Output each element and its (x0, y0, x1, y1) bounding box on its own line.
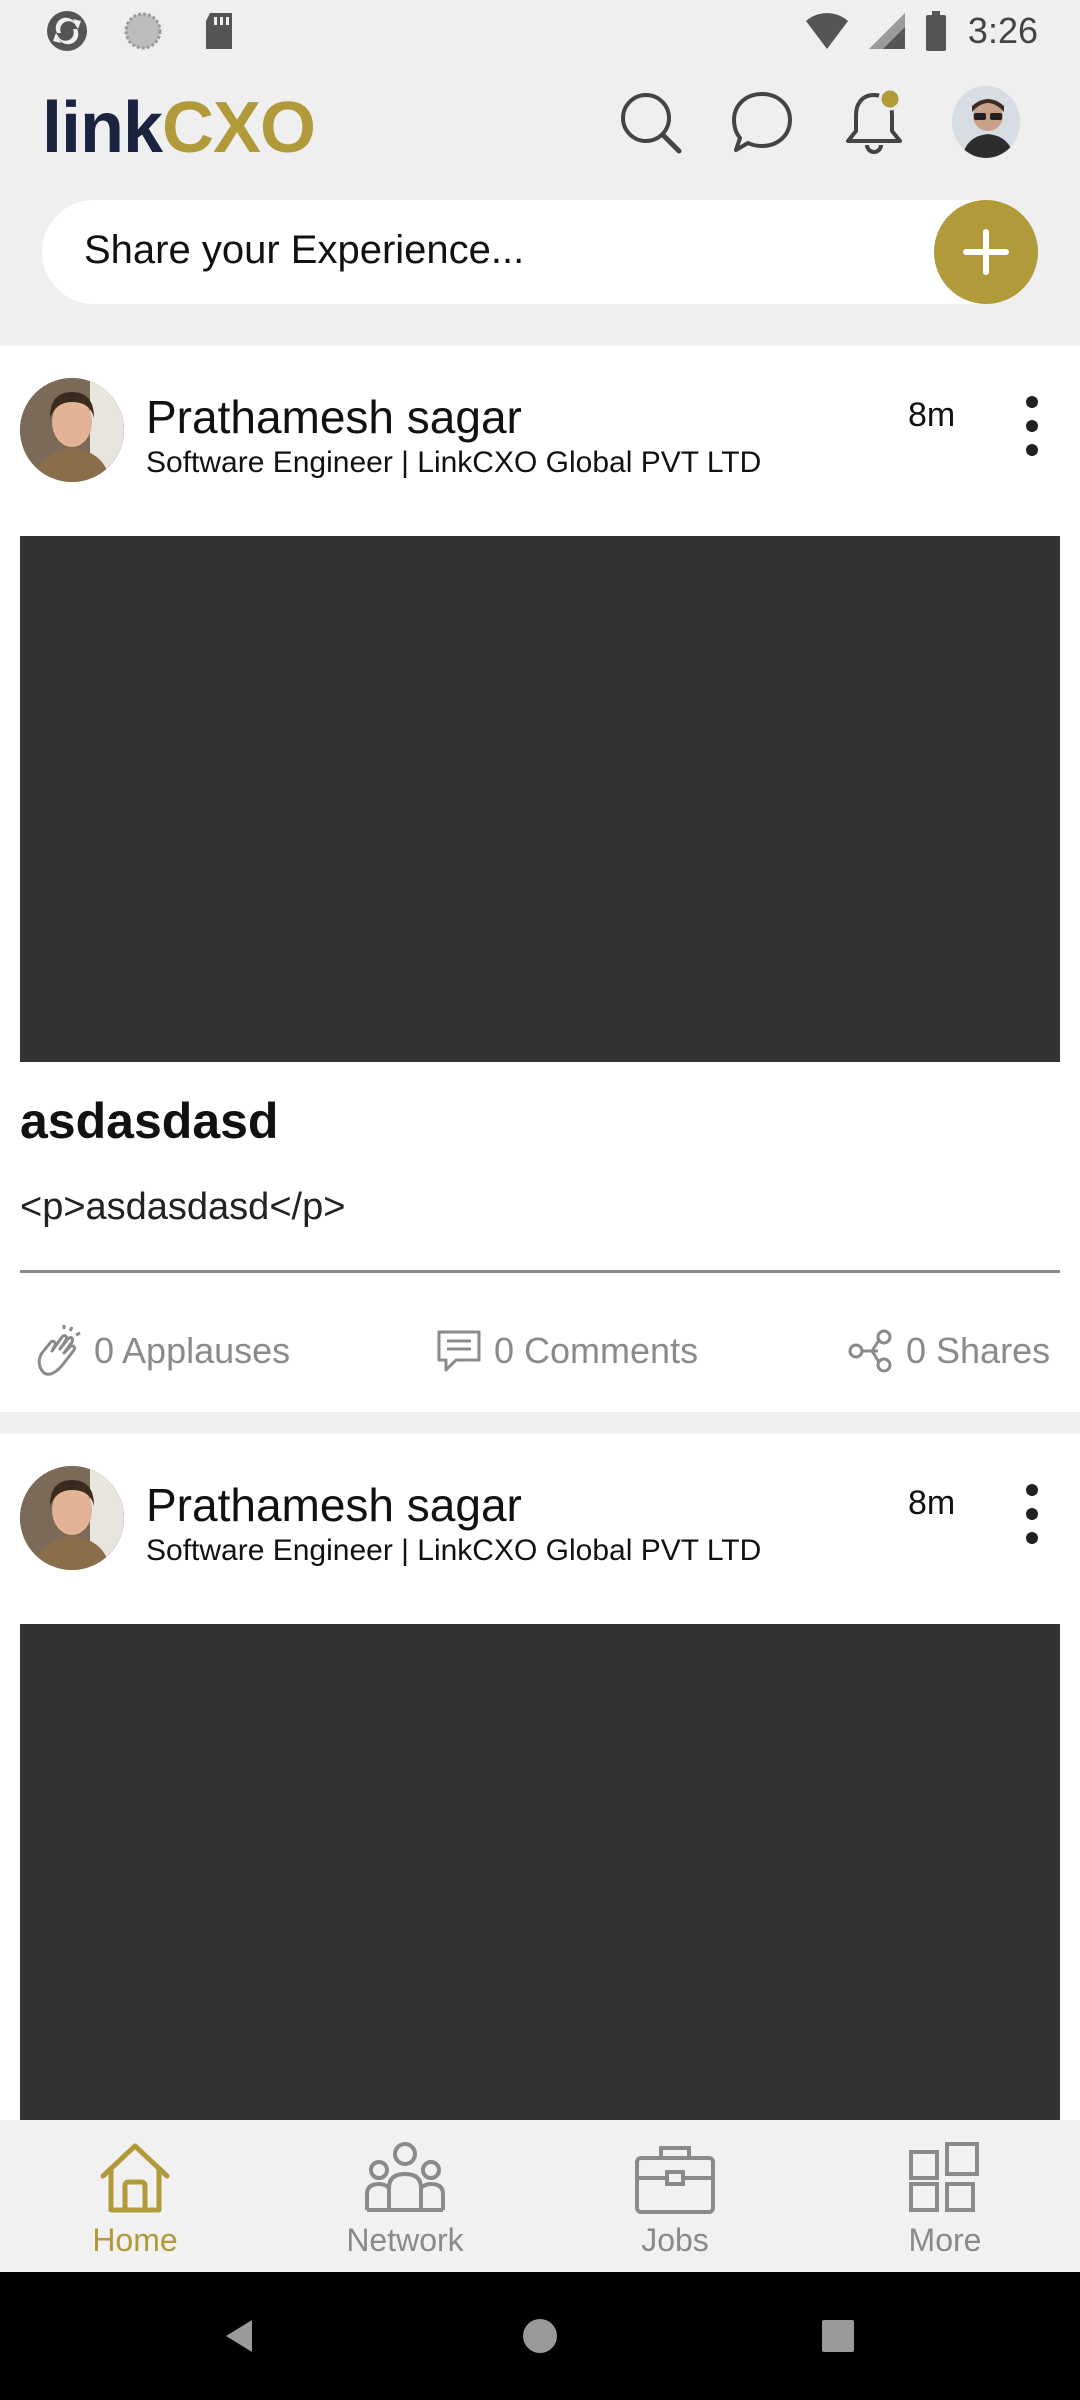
post-image[interactable] (20, 1624, 1060, 2120)
sync-icon (44, 8, 90, 54)
wifi-icon (804, 8, 850, 54)
search-icon[interactable] (616, 82, 684, 162)
post-time: 8m (908, 1484, 956, 1522)
applause-button[interactable]: 0 Applauses (34, 1316, 290, 1386)
status-left-icons (44, 8, 242, 54)
battery-icon (924, 8, 948, 54)
shares-button[interactable]: 0 Shares (848, 1316, 1050, 1386)
bottom-navigation: Home Network Jobs More (0, 2120, 1080, 2272)
share-experience-input[interactable]: Share your Experience... (42, 200, 1038, 304)
post-card: Prathamesh sagar Software Engineer | Lin… (0, 1434, 1080, 2120)
linkcxo-logo[interactable]: link CXO (42, 88, 316, 168)
nav-label: Jobs (641, 2222, 709, 2258)
grid-icon (909, 2142, 979, 2212)
bell-icon[interactable] (840, 82, 908, 162)
post-time: 8m (908, 396, 956, 434)
status-time: 3:26 (967, 10, 1038, 51)
author-title: Software Engineer | LinkCXO Global PVT L… (146, 1534, 762, 1567)
back-icon[interactable] (210, 2306, 270, 2366)
comments-button[interactable]: 0 Comments (436, 1316, 698, 1386)
comment-icon (437, 1330, 481, 1372)
share-icon (848, 1329, 892, 1373)
nav-label: Network (346, 2222, 464, 2258)
nav-label: More (908, 2222, 982, 2258)
add-post-button[interactable] (934, 200, 1038, 304)
header-actions (616, 82, 1020, 162)
recents-icon[interactable] (808, 2306, 868, 2366)
chat-icon[interactable] (728, 82, 796, 162)
sd-card-icon (196, 8, 242, 54)
logo-text-cxo: CXO (162, 88, 316, 168)
comments-count: 0 Comments (494, 1330, 699, 1371)
divider (20, 1270, 1060, 1273)
post-heading: asdasdasd (20, 1093, 279, 1149)
logo-text-link: link (42, 88, 163, 168)
app-header: link CXO Share your Experience... (0, 62, 1080, 346)
nav-item-jobs[interactable]: Jobs (575, 2140, 775, 2264)
status-right-icons: 3:26 (804, 8, 1038, 54)
author-avatar[interactable] (20, 378, 124, 482)
home-circle-icon[interactable] (510, 2306, 570, 2366)
nav-label: Home (92, 2222, 178, 2258)
network-icon (365, 2142, 445, 2212)
author-avatar[interactable] (20, 1466, 124, 1570)
author-title: Software Engineer | LinkCXO Global PVT L… (146, 446, 762, 479)
more-options-icon[interactable] (1012, 1484, 1052, 1544)
post-card: Prathamesh sagar Software Engineer | Lin… (0, 346, 1080, 1412)
nav-item-more[interactable]: More (845, 2140, 1045, 2264)
author-name[interactable]: Prathamesh sagar (146, 390, 522, 444)
nav-item-home[interactable]: Home (35, 2140, 235, 2264)
status-bar: 3:26 (0, 0, 1080, 62)
home-icon (100, 2143, 170, 2213)
briefcase-icon (635, 2146, 715, 2214)
post-image[interactable] (20, 536, 1060, 1062)
more-options-icon[interactable] (1012, 396, 1052, 456)
profile-avatar[interactable] (952, 82, 1020, 162)
applause-count: 0 Applauses (94, 1330, 291, 1371)
post-actions: 0 Applauses 0 Comments 0 Shares (0, 1316, 1080, 1386)
applause-icon (37, 1325, 81, 1376)
author-name[interactable]: Prathamesh sagar (146, 1478, 522, 1532)
shares-count: 0 Shares (906, 1330, 1051, 1371)
post-feed[interactable]: Prathamesh sagar Software Engineer | Lin… (0, 346, 1080, 2120)
signal-icon (864, 8, 910, 54)
nav-item-network[interactable]: Network (305, 2140, 505, 2264)
circle-icon (120, 8, 166, 54)
share-placeholder: Share your Experience... (84, 228, 525, 272)
system-navigation-bar (0, 2272, 1080, 2400)
plus-icon (963, 229, 1009, 275)
post-body: <p>asdasdasd</p> (20, 1186, 346, 1228)
